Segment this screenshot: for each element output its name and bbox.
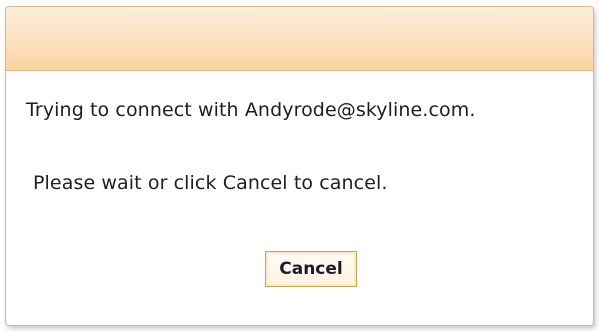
cancel-button[interactable]: Cancel (265, 251, 357, 287)
connection-dialog: Trying to connect with Andyrode@skyline.… (5, 6, 594, 326)
dialog-title-bar (6, 7, 593, 71)
wait-instruction-message: Please wait or click Cancel to cancel. (33, 172, 388, 194)
connecting-message: Trying to connect with Andyrode@skyline.… (26, 99, 476, 121)
dialog-body: Trying to connect with Andyrode@skyline.… (6, 71, 593, 325)
screen: Trying to connect with Andyrode@skyline.… (0, 0, 599, 331)
